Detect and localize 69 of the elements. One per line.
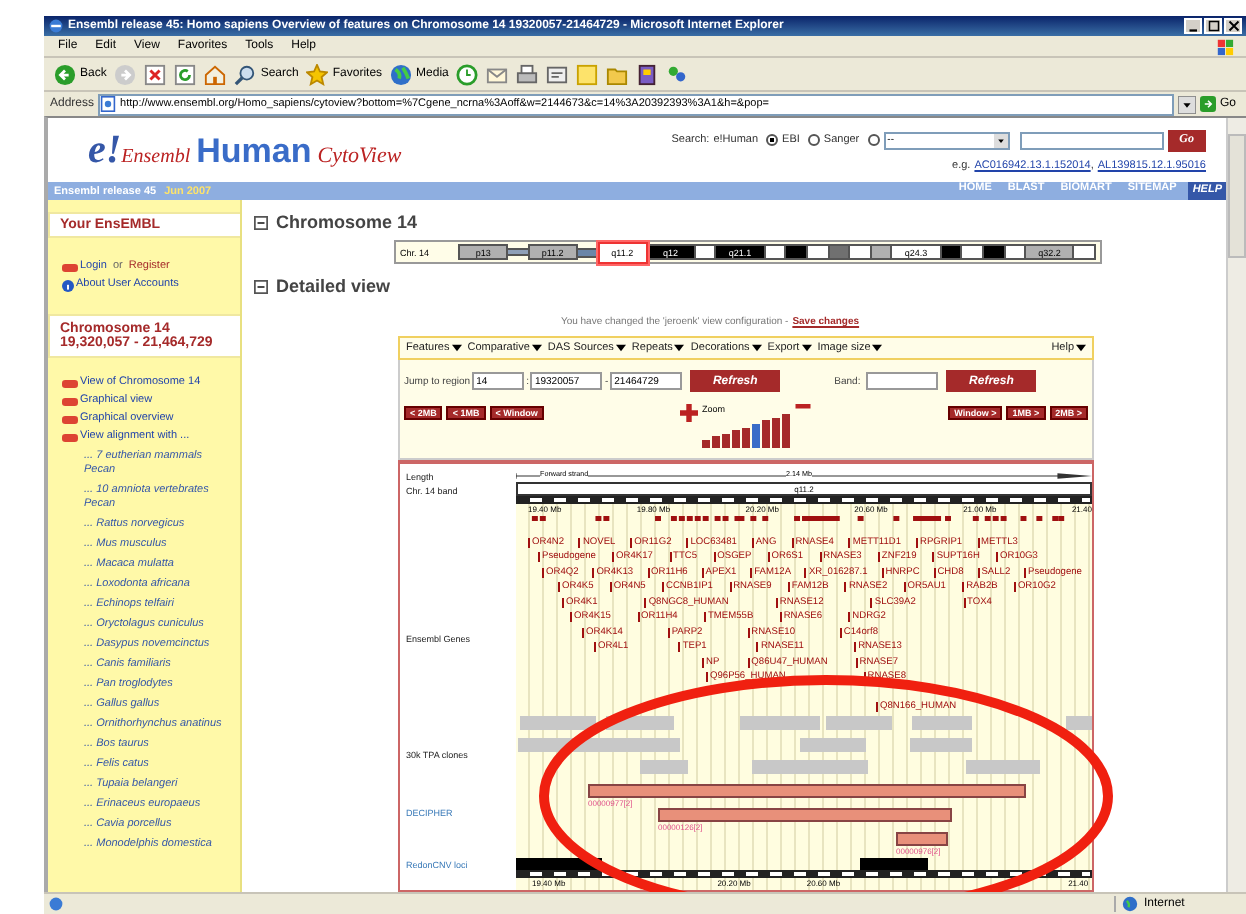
search-field[interactable] — [1019, 131, 1164, 149]
maximize-icon — [1207, 20, 1219, 32]
bullet-icon — [62, 263, 78, 271]
zoom-in-icon[interactable] — [680, 404, 698, 422]
windows-flag-icon — [1216, 37, 1234, 55]
logo-word: Ensembl — [121, 145, 191, 167]
page-icon — [48, 896, 64, 912]
cnv-locus-bar — [860, 858, 928, 870]
collapse-icon[interactable] — [254, 279, 268, 293]
go-arrow-icon — [1199, 96, 1216, 112]
chromosome-band[interactable] — [1072, 244, 1096, 260]
history-icon[interactable] — [456, 63, 479, 85]
decipher-bar[interactable] — [658, 808, 952, 822]
stop-icon[interactable] — [144, 63, 167, 85]
caret-icon — [615, 344, 626, 352]
radio-button[interactable] — [807, 134, 820, 146]
radio-button[interactable] — [766, 134, 779, 146]
folder-icon[interactable] — [606, 63, 629, 85]
chromosome-band[interactable] — [981, 244, 1006, 260]
bullet-icon — [62, 397, 78, 405]
zoom-step[interactable] — [722, 433, 730, 448]
close-button[interactable] — [1224, 18, 1242, 34]
edit-icon[interactable] — [546, 63, 569, 85]
zoom-step[interactable] — [742, 427, 750, 448]
minimize-button[interactable] — [1184, 18, 1202, 34]
caret-icon — [872, 344, 883, 352]
browser-icon — [48, 18, 64, 34]
caret-icon — [751, 344, 762, 352]
species-title: Human — [196, 131, 312, 171]
back-arrow-icon — [54, 63, 76, 85]
globe-icon — [390, 63, 413, 85]
dropdown-arrow-icon — [993, 133, 1008, 147]
collapse-icon[interactable] — [254, 215, 268, 229]
section-heading: Detailed view — [276, 276, 391, 296]
close-icon — [1227, 20, 1239, 32]
decipher-bar[interactable] — [588, 784, 1026, 798]
maximize-button[interactable] — [1204, 18, 1222, 34]
zoom-step[interactable] — [772, 417, 780, 448]
print-icon[interactable] — [516, 63, 539, 85]
section-heading: Chromosome 14 — [276, 212, 418, 232]
logo-mark: e! — [88, 127, 122, 173]
globe-icon — [1122, 896, 1138, 912]
mail-icon[interactable] — [486, 63, 509, 85]
zoom-out-icon[interactable] — [794, 404, 812, 410]
caret-icon — [801, 344, 812, 352]
view-title: CytoView — [317, 143, 402, 167]
bullet-icon — [62, 379, 78, 387]
bullet-icon — [62, 415, 78, 423]
chromosome-band[interactable] — [960, 244, 984, 260]
caret-icon — [1076, 344, 1086, 352]
book-icon[interactable] — [636, 63, 659, 85]
caret-icon — [531, 344, 542, 352]
refresh-icon[interactable] — [174, 63, 197, 85]
star-icon — [306, 63, 329, 85]
home-icon[interactable] — [204, 63, 227, 85]
band-field[interactable] — [866, 372, 939, 390]
chromosome-band[interactable] — [848, 244, 872, 260]
page-icon — [100, 96, 117, 112]
info-icon — [62, 279, 74, 291]
radio-button[interactable] — [867, 134, 880, 146]
scrollbar[interactable] — [1226, 118, 1246, 892]
chromosome-band[interactable] — [805, 244, 830, 260]
messenger-icon[interactable] — [666, 63, 689, 85]
decipher-bar[interactable] — [896, 832, 948, 846]
caret-icon — [451, 344, 462, 352]
search-icon — [234, 63, 257, 85]
caret-icon — [674, 344, 685, 352]
bullet-icon — [62, 433, 78, 441]
dropdown-arrow-icon[interactable] — [1177, 95, 1196, 113]
